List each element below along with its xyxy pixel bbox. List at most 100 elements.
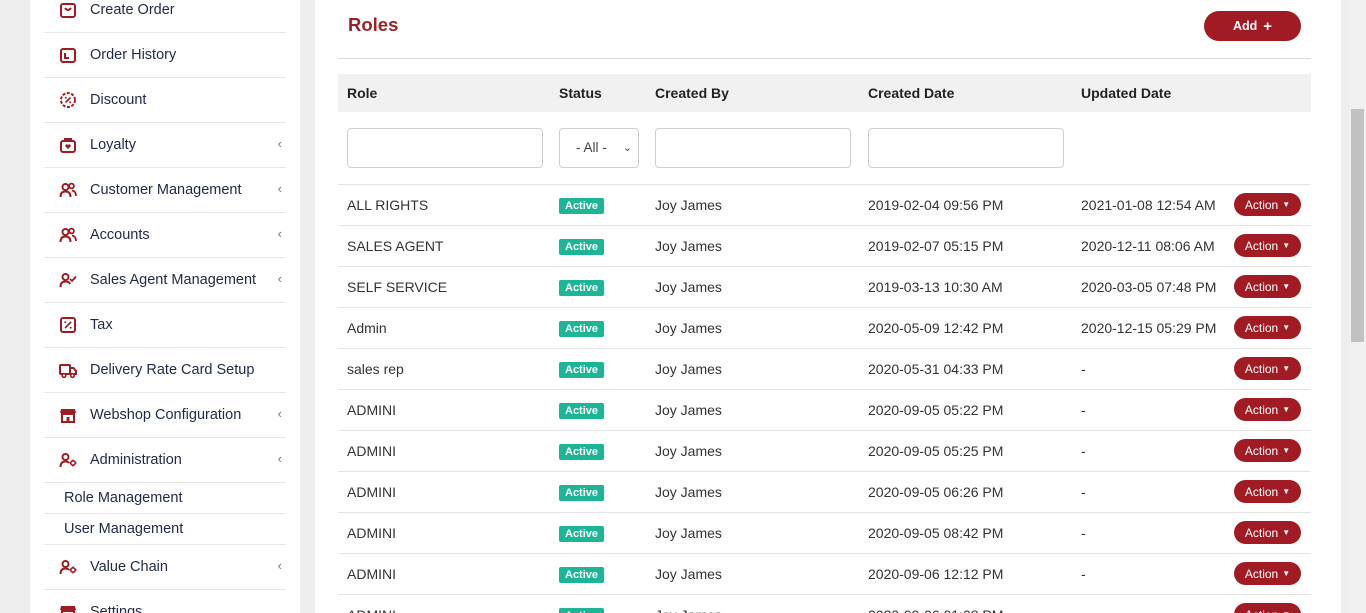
status-badge: Active: [559, 361, 605, 378]
status-filter-select[interactable]: - All - ⌄: [559, 127, 639, 168]
add-role-button[interactable]: Add +: [1204, 11, 1301, 41]
created-by-cell: Joy James: [655, 442, 722, 459]
column-header-created-by[interactable]: Created By: [646, 74, 859, 112]
status-badge: Active: [559, 279, 605, 296]
table-row: ADMINI Active Joy James 2020-09-05 05:25 PM…: [338, 430, 1311, 471]
updated-date-cell: 2021-01-08 12:54 AM: [1081, 196, 1216, 213]
sidebar-item-value-chain[interactable]: Value Chain ‹: [44, 545, 286, 590]
filter-row: - All - ⌄: [338, 112, 1311, 184]
submenu-item-role-management[interactable]: Role Management: [44, 483, 286, 514]
table-row: ADMINI Active Joy James 2020-09-05 08:42 PM…: [338, 512, 1311, 553]
action-dropdown-button[interactable]: Action▼: [1234, 480, 1301, 503]
sidebar-item-label: Discount: [90, 92, 147, 108]
percent-box-icon: [59, 316, 77, 334]
created-date-cell: 2019-02-04 09:56 PM: [868, 196, 1004, 213]
action-cell: Action▼: [1225, 184, 1311, 225]
updated-date-cell: -: [1081, 401, 1086, 418]
caret-down-icon: ▼: [1282, 528, 1291, 537]
updated-date-cell: -: [1072, 594, 1225, 613]
sidebar-item-delivery-rate-card-setup[interactable]: Delivery Rate Card Setup: [44, 348, 286, 393]
column-header-actions: [1225, 74, 1311, 112]
sidebar-item-settings[interactable]: Settings: [44, 590, 286, 613]
cart-icon: [59, 1, 77, 19]
column-header-created-date[interactable]: Created Date: [859, 74, 1072, 112]
sidebar-item-administration[interactable]: Administration ‹: [44, 438, 286, 483]
title-divider: [338, 58, 1311, 59]
table-row: SALES AGENT Active Joy James 2019-02-07 05:…: [338, 225, 1311, 266]
chevron-left-icon: ‹: [277, 406, 282, 421]
action-cell: Action▼: [1225, 307, 1311, 348]
action-dropdown-button[interactable]: Action▼: [1234, 562, 1301, 585]
action-dropdown-button[interactable]: Action▼: [1234, 398, 1301, 421]
action-dropdown-button[interactable]: Action▼: [1234, 439, 1301, 462]
sidebar-item-create-order[interactable]: Create Order: [44, 0, 286, 33]
caret-down-icon: ▼: [1282, 487, 1291, 496]
action-dropdown-button[interactable]: Action▼: [1234, 357, 1301, 380]
sidebar-item-discount[interactable]: Discount: [44, 78, 286, 123]
sidebar-item-label: Webshop Configuration: [90, 407, 242, 423]
action-label: Action: [1244, 525, 1279, 540]
table-body: ALL RIGHTS Active Joy James 2019-02-04 09:5…: [338, 184, 1311, 613]
sidebar-item-sales-agent-management[interactable]: Sales Agent Management ‹: [44, 258, 286, 303]
sidebar-item-label: Loyalty: [90, 137, 136, 153]
table-row: ADMINI Active Joy James 2020-09-06 12:12 PM…: [338, 553, 1311, 594]
sidebar-item-label: Create Order: [90, 2, 175, 18]
action-dropdown-button[interactable]: Action▼: [1234, 603, 1301, 613]
created-by-cell: Joy James: [655, 196, 722, 213]
created-date-filter-input[interactable]: [868, 127, 1064, 168]
action-label: Action: [1244, 443, 1279, 458]
action-dropdown-button[interactable]: Action▼: [1234, 521, 1301, 544]
action-label: Action: [1244, 484, 1279, 499]
column-header-updated-date[interactable]: Updated Date: [1072, 74, 1225, 112]
action-dropdown-button[interactable]: Action▼: [1234, 275, 1301, 298]
caret-down-icon: ▼: [1282, 200, 1291, 209]
caret-down-icon: ▼: [1282, 405, 1291, 414]
column-header-status[interactable]: Status: [550, 74, 646, 112]
status-badge: Active: [559, 484, 605, 501]
created-date-cell: 2019-03-13 10:30 AM: [868, 278, 1003, 295]
sidebar-item-webshop-configuration[interactable]: Webshop Configuration ‹: [44, 393, 286, 438]
sidebar-item-tax[interactable]: Tax: [44, 303, 286, 348]
sidebar-item-accounts[interactable]: Accounts ‹: [44, 213, 286, 258]
created-date-cell: 2019-02-07 05:15 PM: [868, 237, 1004, 254]
column-header-role[interactable]: Role: [338, 74, 550, 112]
status-cell: Active: [550, 348, 646, 389]
users-icon: [59, 226, 77, 244]
scrollbar-thumb[interactable]: [1351, 109, 1364, 342]
status-badge: Active: [559, 566, 605, 583]
role-cell: ALL RIGHTS: [347, 196, 429, 213]
action-label: Action: [1244, 279, 1279, 294]
sidebar-item-label: Administration: [90, 452, 182, 468]
submenu-item-user-management[interactable]: User Management: [44, 514, 286, 545]
sidebar-item-label: Tax: [90, 317, 113, 333]
action-dropdown-button[interactable]: Action▼: [1234, 316, 1301, 339]
action-dropdown-button[interactable]: Action▼: [1234, 234, 1301, 257]
role-cell: ADMINI: [347, 565, 396, 582]
sidebar-item-loyalty[interactable]: Loyalty ‹: [44, 123, 286, 168]
status-badge: Active: [559, 525, 605, 542]
truck-icon: [59, 361, 77, 379]
status-badge: Active: [559, 197, 605, 214]
sidebar-item-customer-management[interactable]: Customer Management ‹: [44, 168, 286, 213]
table-header: Role Status Created By Created Date Upda…: [338, 74, 1311, 112]
status-cell: Active: [550, 471, 646, 512]
sidebar-item-label: Order History: [90, 47, 177, 63]
status-cell: Active: [550, 553, 646, 594]
action-dropdown-button[interactable]: Action▼: [1234, 193, 1301, 216]
status-cell: Active: [550, 225, 646, 266]
created-by-filter-input[interactable]: [655, 127, 851, 168]
sidebar-item-order-history[interactable]: Order History: [44, 33, 286, 78]
plus-icon: +: [1263, 17, 1273, 35]
table-row: ADMINI Active Joy James2020-09-06 01:08 PM…: [338, 594, 1311, 613]
caret-down-icon: ▼: [1282, 569, 1291, 578]
role-cell: Admin: [347, 319, 387, 336]
updated-date-cell: 2020-12-11 08:06 AM: [1081, 237, 1215, 254]
add-button-label: Add: [1232, 19, 1258, 33]
action-label: Action: [1244, 361, 1279, 376]
role-filter-input[interactable]: [347, 127, 543, 168]
role-cell: ADMINI: [347, 401, 396, 418]
page-title: Roles: [348, 14, 399, 35]
status-badge: Active: [559, 443, 605, 460]
updated-date-cell: 2020-12-15 05:29 PM: [1081, 319, 1217, 336]
sidebar-item-label: Value Chain: [90, 559, 168, 575]
